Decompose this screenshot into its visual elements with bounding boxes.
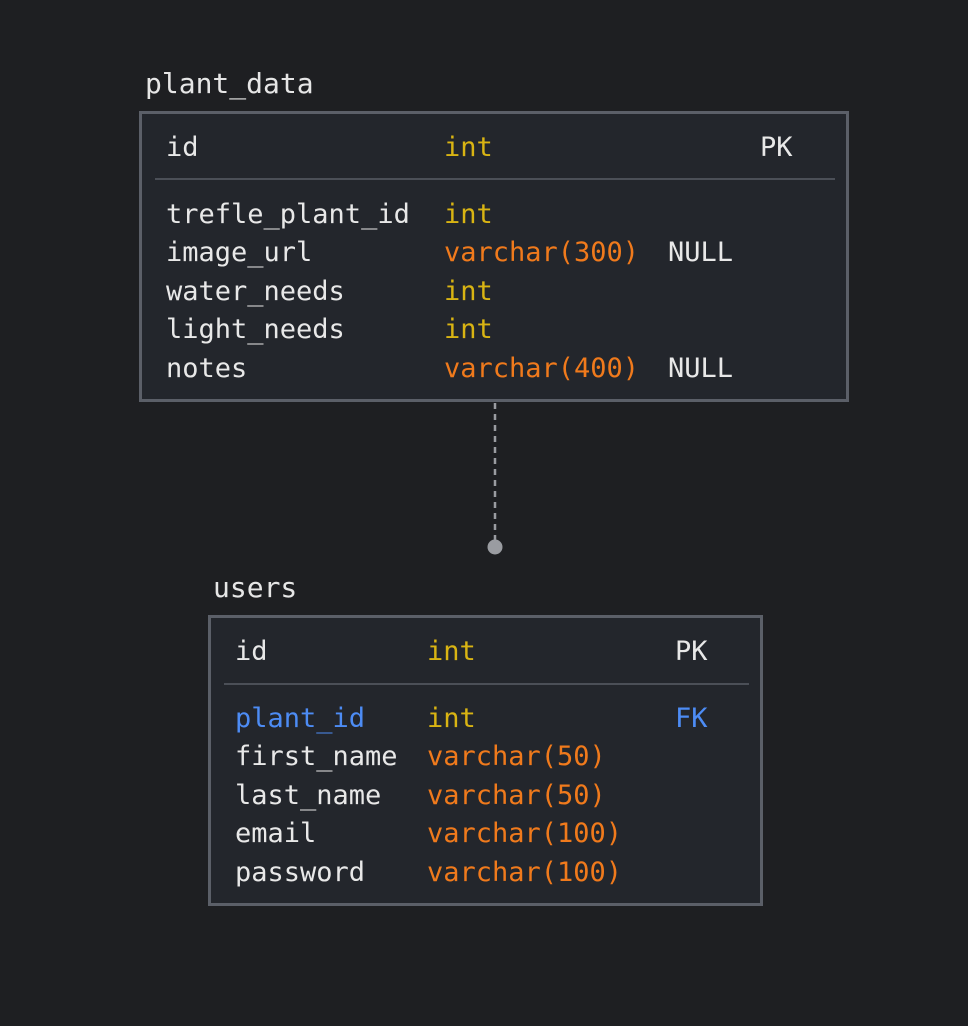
foreign-key-badge: FK: [675, 703, 708, 734]
table-row: email varchar(100): [211, 817, 760, 851]
column-name: first_name: [235, 741, 398, 772]
primary-key-badge: PK: [675, 636, 708, 667]
column-type: varchar(50): [427, 741, 606, 772]
users-table[interactable]: id int PK plant_id int FK first_name var…: [208, 615, 763, 906]
users-table-title: users: [213, 571, 298, 604]
table-row: last_name varchar(50): [211, 779, 760, 813]
users-divider: [224, 683, 749, 685]
users-pk-row: id int PK: [211, 635, 760, 669]
column-type: varchar(100): [427, 857, 623, 888]
connector-endpoint: [487, 539, 503, 555]
column-name: id: [235, 636, 268, 667]
table-row: first_name varchar(50): [211, 740, 760, 774]
column-name: last_name: [235, 780, 382, 811]
table-row: plant_id int FK: [211, 702, 760, 736]
column-name: plant_id: [235, 703, 366, 734]
column-name: password: [235, 857, 366, 888]
column-type: int: [427, 703, 476, 734]
column-name: email: [235, 818, 317, 849]
table-row: password varchar(100): [211, 856, 760, 890]
column-type: varchar(50): [427, 780, 606, 811]
column-type: varchar(100): [427, 818, 623, 849]
column-type: int: [427, 636, 476, 667]
